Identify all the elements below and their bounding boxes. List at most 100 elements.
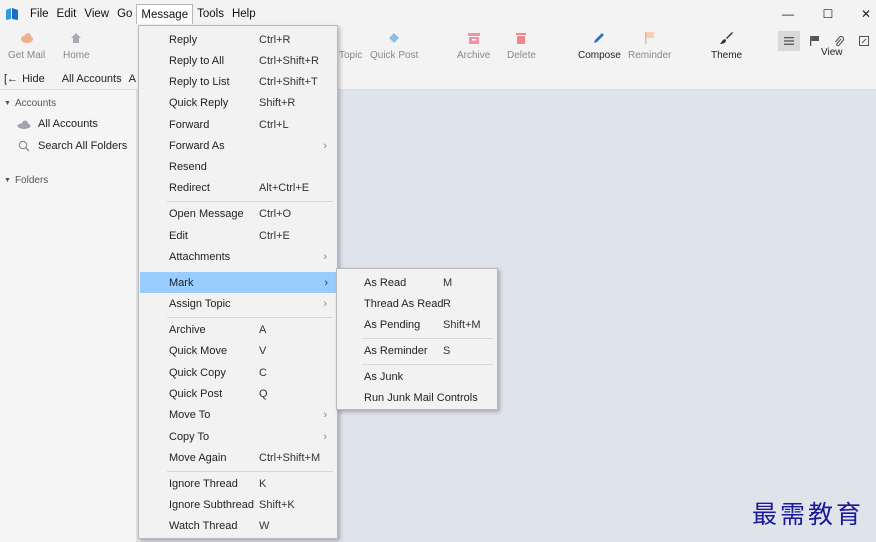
quick-post-icon xyxy=(386,30,402,46)
attachment-view-icon[interactable] xyxy=(828,31,850,51)
submenu-item-as-reminder[interactable]: As Reminder S xyxy=(339,340,495,361)
minimize-button[interactable]: — xyxy=(768,0,808,27)
submenu-item-thread-as-read[interactable]: Thread As Read R xyxy=(339,293,495,314)
delete-icon xyxy=(513,30,529,46)
menu-tools[interactable]: Tools xyxy=(193,4,228,24)
menu-separator xyxy=(167,201,333,202)
menu-item-mark[interactable]: Mark › xyxy=(140,272,336,293)
home-button[interactable]: Home xyxy=(63,30,90,66)
submenu-item-run-junk-controls[interactable]: Run Junk Mail Controls xyxy=(339,387,495,408)
compose-icon xyxy=(591,30,607,46)
menu-item-move-again[interactable]: Move Again Ctrl+Shift+M xyxy=(141,447,335,468)
menu-item-reply-list[interactable]: Reply to List Ctrl+Shift+T xyxy=(141,71,335,92)
submenu-item-as-read[interactable]: As Read M xyxy=(339,272,495,293)
chevron-right-icon: › xyxy=(324,276,328,289)
topic-label: Topic xyxy=(339,50,363,61)
topic-button[interactable]: Topic xyxy=(339,30,362,66)
mark-submenu: As Read M Thread As Read R As Pending Shift… xyxy=(336,268,498,410)
view-icon-group xyxy=(778,31,876,51)
menu-item-forward[interactable]: Forward Ctrl+L xyxy=(141,114,335,135)
menu-item-redirect[interactable]: Redirect Alt+Ctrl+E xyxy=(141,177,335,198)
cloud-download-icon xyxy=(19,30,35,46)
menu-item-ignore-subthread[interactable]: Ignore Subthread Shift+K xyxy=(141,494,335,515)
quick-post-label: Quick Post xyxy=(370,50,419,61)
compose-label: Compose xyxy=(578,50,621,61)
message-menu: Reply Ctrl+R Reply to All Ctrl+Shift+R Rep… xyxy=(138,25,338,539)
tab-all-accounts[interactable]: All Accounts xyxy=(62,73,122,85)
menu-edit[interactable]: Edit xyxy=(53,4,81,24)
chevron-down-icon: ▼ xyxy=(4,177,11,184)
chevron-right-icon: › xyxy=(323,408,327,421)
menu-go[interactable]: Go xyxy=(113,4,136,24)
menu-item-resend[interactable]: Resend xyxy=(141,156,335,177)
quick-post-button[interactable]: Quick Post xyxy=(370,30,418,66)
menu-separator xyxy=(167,471,333,472)
chevron-right-icon: › xyxy=(323,430,327,443)
menu-message[interactable]: Message xyxy=(136,3,194,24)
theme-brush-icon xyxy=(719,30,735,46)
accounts-section[interactable]: ▼ Accounts xyxy=(4,98,56,109)
chevron-right-icon: › xyxy=(323,139,327,152)
chevron-right-icon: › xyxy=(323,250,327,263)
menu-separator xyxy=(362,338,493,339)
menu-item-quick-copy[interactable]: Quick Copy C xyxy=(141,362,335,383)
close-button[interactable]: ✕ xyxy=(846,0,876,27)
reminder-label: Reminder xyxy=(628,50,672,61)
sidebar-item-search-all[interactable]: Search All Folders xyxy=(16,140,127,152)
sidebar-item-label: Search All Folders xyxy=(38,140,128,152)
menu-item-reply-all[interactable]: Reply to All Ctrl+Shift+R xyxy=(141,50,335,71)
home-icon xyxy=(68,30,84,46)
submenu-item-as-junk[interactable]: As Junk xyxy=(339,366,495,387)
folders-section[interactable]: ▼ Folders xyxy=(4,175,48,186)
tab-overflow[interactable]: A xyxy=(129,73,136,85)
list-view-icon[interactable] xyxy=(778,31,800,51)
folder-bar: [← Hide All Accounts A xyxy=(0,68,876,90)
accounts-header: Accounts xyxy=(14,98,57,109)
menu-item-quick-reply[interactable]: Quick Reply Shift+R xyxy=(141,92,335,113)
toolbar: Get Mail Home Topic Quick Post Archive D… xyxy=(0,27,876,68)
menu-item-move-to[interactable]: Move To › xyxy=(141,404,335,425)
compose-button[interactable]: Compose xyxy=(578,30,621,66)
folders-header: Folders xyxy=(14,175,49,186)
watermark: 最需教育 xyxy=(752,500,865,529)
hide-button[interactable]: [← Hide xyxy=(4,73,45,85)
menu-item-ignore-thread[interactable]: Ignore Thread K xyxy=(141,473,335,494)
menu-file[interactable]: File xyxy=(26,4,53,24)
archive-label: Archive xyxy=(457,50,491,61)
menu-item-copy-to[interactable]: Copy To › xyxy=(141,426,335,447)
archive-icon xyxy=(466,30,482,46)
menu-item-forward-as[interactable]: Forward As › xyxy=(141,135,335,156)
sidebar-item-all-accounts[interactable]: All Accounts xyxy=(16,118,98,130)
menu-item-open-message[interactable]: Open Message Ctrl+O xyxy=(141,203,335,224)
menu-item-attachments[interactable]: Attachments › xyxy=(141,246,335,267)
reminder-button[interactable]: Reminder xyxy=(628,30,671,66)
menu-item-edit[interactable]: Edit Ctrl+E xyxy=(141,225,335,246)
menu-item-quick-post[interactable]: Quick Post Q xyxy=(141,383,335,404)
chevron-down-icon: ▼ xyxy=(4,100,11,107)
menu-help[interactable]: Help xyxy=(228,4,260,24)
sidebar: ▼ Accounts All Accounts Search All Folde… xyxy=(0,90,137,542)
delete-button[interactable]: Delete xyxy=(507,30,536,66)
hide-label: Hide xyxy=(22,72,45,85)
submenu-item-as-pending[interactable]: As Pending Shift+M xyxy=(339,314,495,335)
menu-item-assign-topic[interactable]: Assign Topic › xyxy=(141,293,335,314)
sidebar-item-label: All Accounts xyxy=(38,118,98,130)
search-icon xyxy=(16,140,32,152)
menu-bar: File Edit View Go Message Tools Help — ☐… xyxy=(0,0,876,27)
get-mail-button[interactable]: Get Mail xyxy=(8,30,45,66)
theme-button[interactable]: Theme xyxy=(711,30,742,66)
maximize-button[interactable]: ☐ xyxy=(808,0,848,27)
menu-view[interactable]: View xyxy=(80,4,113,24)
chevron-right-icon: › xyxy=(323,297,327,310)
menu-separator xyxy=(362,364,493,365)
menu-item-reply[interactable]: Reply Ctrl+R xyxy=(141,29,335,50)
menu-item-quick-move[interactable]: Quick Move V xyxy=(141,340,335,361)
get-mail-label: Get Mail xyxy=(8,50,46,61)
flag-view-icon[interactable] xyxy=(803,31,825,51)
app-logo-icon xyxy=(4,6,20,22)
menu-item-archive[interactable]: Archive A xyxy=(141,319,335,340)
edit-view-icon[interactable] xyxy=(853,31,875,51)
home-label: Home xyxy=(63,50,90,61)
archive-button[interactable]: Archive xyxy=(457,30,490,66)
menu-item-watch-thread[interactable]: Watch Thread W xyxy=(141,515,335,536)
